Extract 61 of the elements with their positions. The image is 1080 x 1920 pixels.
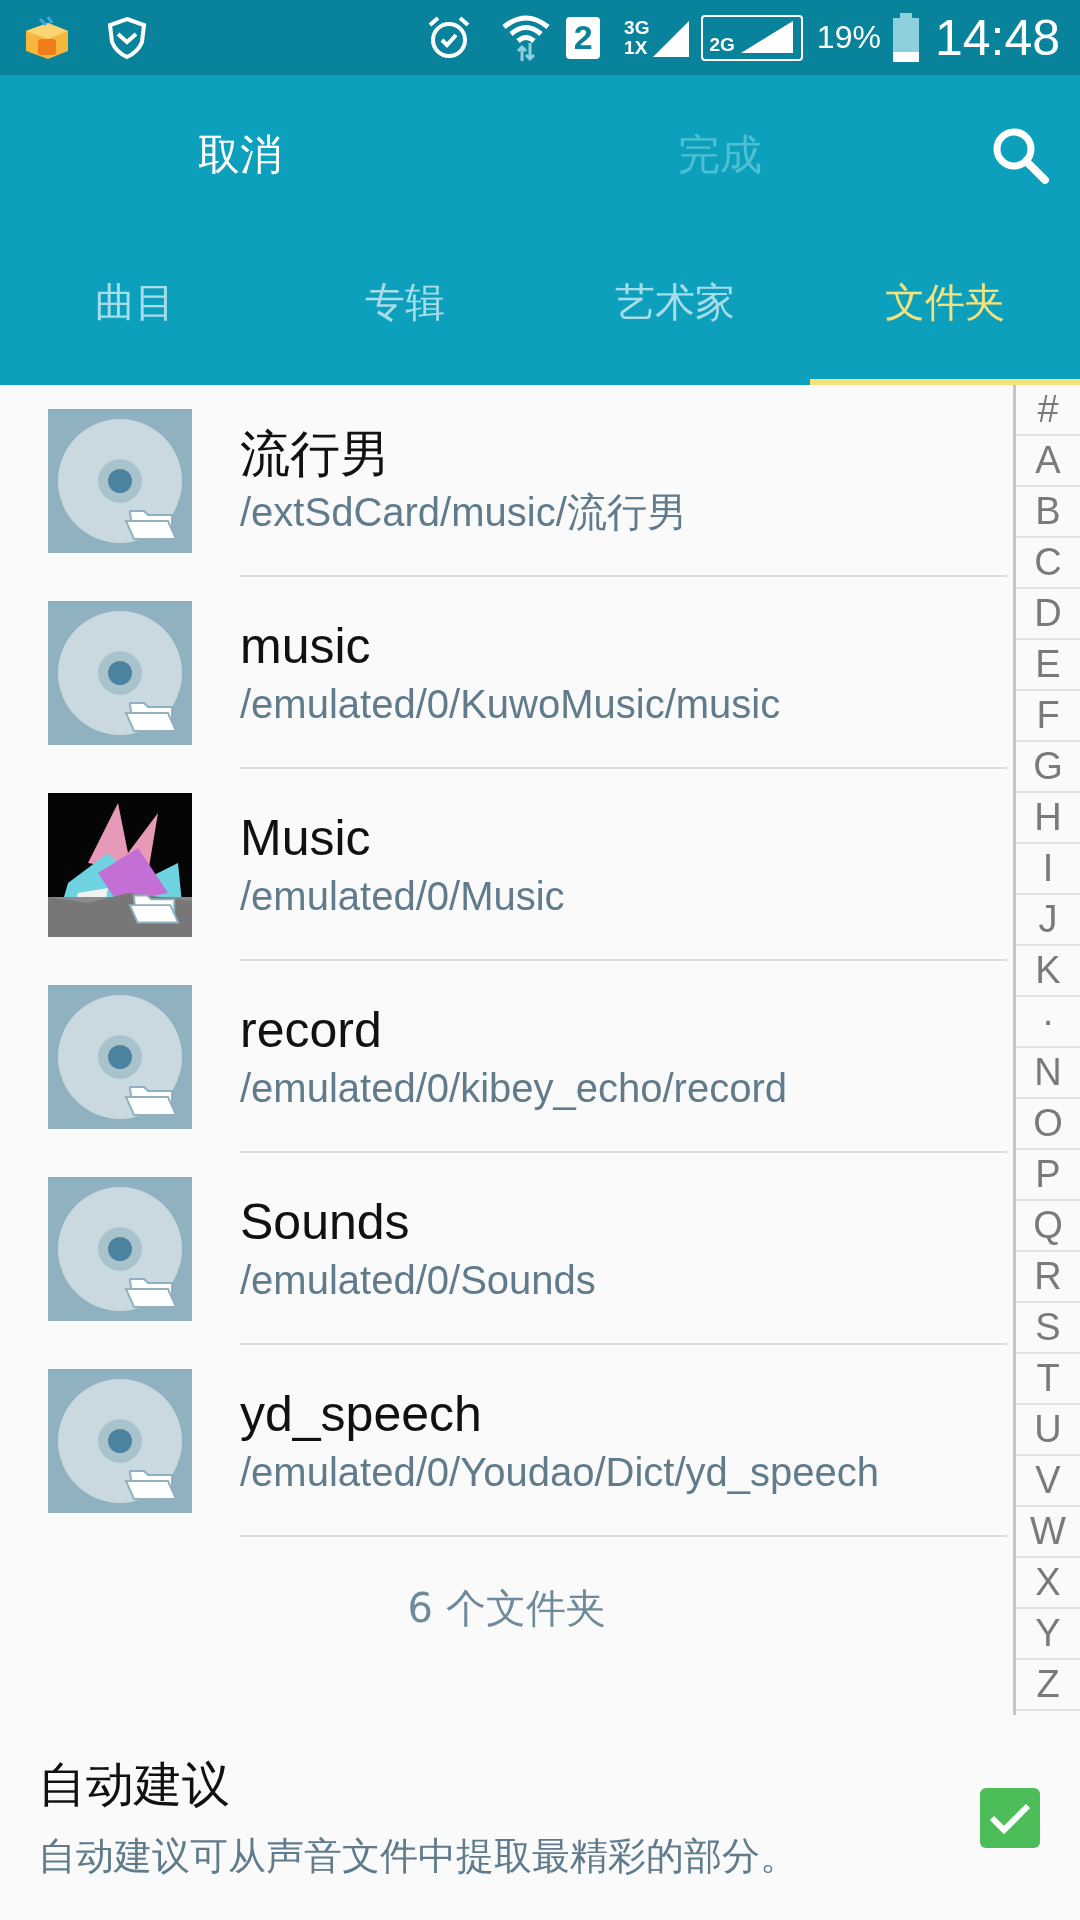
- folder-icon: [128, 893, 180, 925]
- index-letter[interactable]: E: [1016, 640, 1080, 691]
- clock-time: 14:48: [934, 8, 1060, 67]
- index-letter[interactable]: C: [1016, 538, 1080, 589]
- folder-name[interactable]: record: [240, 998, 1007, 1062]
- folder-path: /extSdCard/music/流行男: [240, 489, 688, 536]
- index-letter[interactable]: A: [1016, 436, 1080, 487]
- folder-name[interactable]: yd_speech: [240, 1382, 1007, 1446]
- network-type: 3G: [624, 17, 650, 38]
- folder-path: /emulated/0/Sounds: [240, 1257, 597, 1304]
- index-letter[interactable]: K: [1016, 946, 1080, 997]
- index-letter[interactable]: N: [1016, 1048, 1080, 1099]
- tab[interactable]: 文件夹: [810, 235, 1080, 385]
- folder-path: /emulated/0/Music: [240, 873, 566, 920]
- tab[interactable]: 艺术家: [540, 235, 810, 385]
- index-letter[interactable]: V: [1016, 1456, 1080, 1507]
- folder-name[interactable]: 流行男: [240, 422, 1007, 486]
- index-letter[interactable]: #: [1016, 385, 1080, 436]
- index-letter[interactable]: I: [1016, 844, 1080, 895]
- index-letter[interactable]: R: [1016, 1252, 1080, 1303]
- folder-path: /emulated/0/kibey_echo/record: [240, 1065, 788, 1112]
- battery-icon: [890, 12, 921, 63]
- index-letter[interactable]: J: [1016, 895, 1080, 946]
- disc-folder-icon: [48, 985, 192, 1129]
- network-type: 1X: [624, 37, 649, 58]
- disc-folder-icon: [48, 601, 192, 745]
- disc-folder-icon: [48, 1177, 192, 1321]
- setting-description: 自动建议可从声音文件中提取最精彩的部分。: [38, 1833, 799, 1880]
- disc-folder-icon: [48, 1369, 192, 1513]
- index-letter[interactable]: H: [1016, 793, 1080, 844]
- cancel-button[interactable]: 取消: [0, 117, 480, 193]
- index-letter[interactable]: ·: [1016, 997, 1080, 1048]
- tab[interactable]: 曲目: [0, 235, 270, 385]
- folder-name[interactable]: music: [240, 614, 1007, 678]
- signal-indicator: 2G: [701, 14, 803, 61]
- index-letter[interactable]: O: [1016, 1099, 1080, 1150]
- folder-path: /emulated/0/KuwoMusic/music: [240, 681, 782, 728]
- checkbox[interactable]: [980, 1787, 1040, 1848]
- setting-title: 自动建议: [38, 1755, 231, 1814]
- folder-name[interactable]: Music: [240, 806, 1007, 870]
- index-letter[interactable]: P: [1016, 1150, 1080, 1201]
- index-letter[interactable]: U: [1016, 1405, 1080, 1456]
- index-letter[interactable]: G: [1016, 742, 1080, 793]
- index-letter[interactable]: W: [1016, 1507, 1080, 1558]
- folder-path: /emulated/0/Youdao/Dict/yd_speech: [240, 1449, 880, 1496]
- index-letter[interactable]: Z: [1016, 1660, 1080, 1711]
- index-letter[interactable]: Q: [1016, 1201, 1080, 1252]
- index-letter[interactable]: D: [1016, 589, 1080, 640]
- shield-icon: [106, 15, 148, 60]
- sim-card-number: 2: [566, 16, 601, 59]
- index-letter[interactable]: S: [1016, 1303, 1080, 1354]
- index-letter[interactable]: Y: [1016, 1609, 1080, 1660]
- index-letter[interactable]: F: [1016, 691, 1080, 742]
- index-letter[interactable]: X: [1016, 1558, 1080, 1609]
- index-letter[interactable]: B: [1016, 487, 1080, 538]
- disc-folder-icon: [48, 409, 192, 553]
- tab[interactable]: 专辑: [270, 235, 540, 385]
- index-letter[interactable]: T: [1016, 1354, 1080, 1405]
- folder-name[interactable]: Sounds: [240, 1190, 1007, 1254]
- battery-percentage: 19%: [816, 19, 881, 56]
- folder-count: 6 个文件夹: [406, 1584, 607, 1633]
